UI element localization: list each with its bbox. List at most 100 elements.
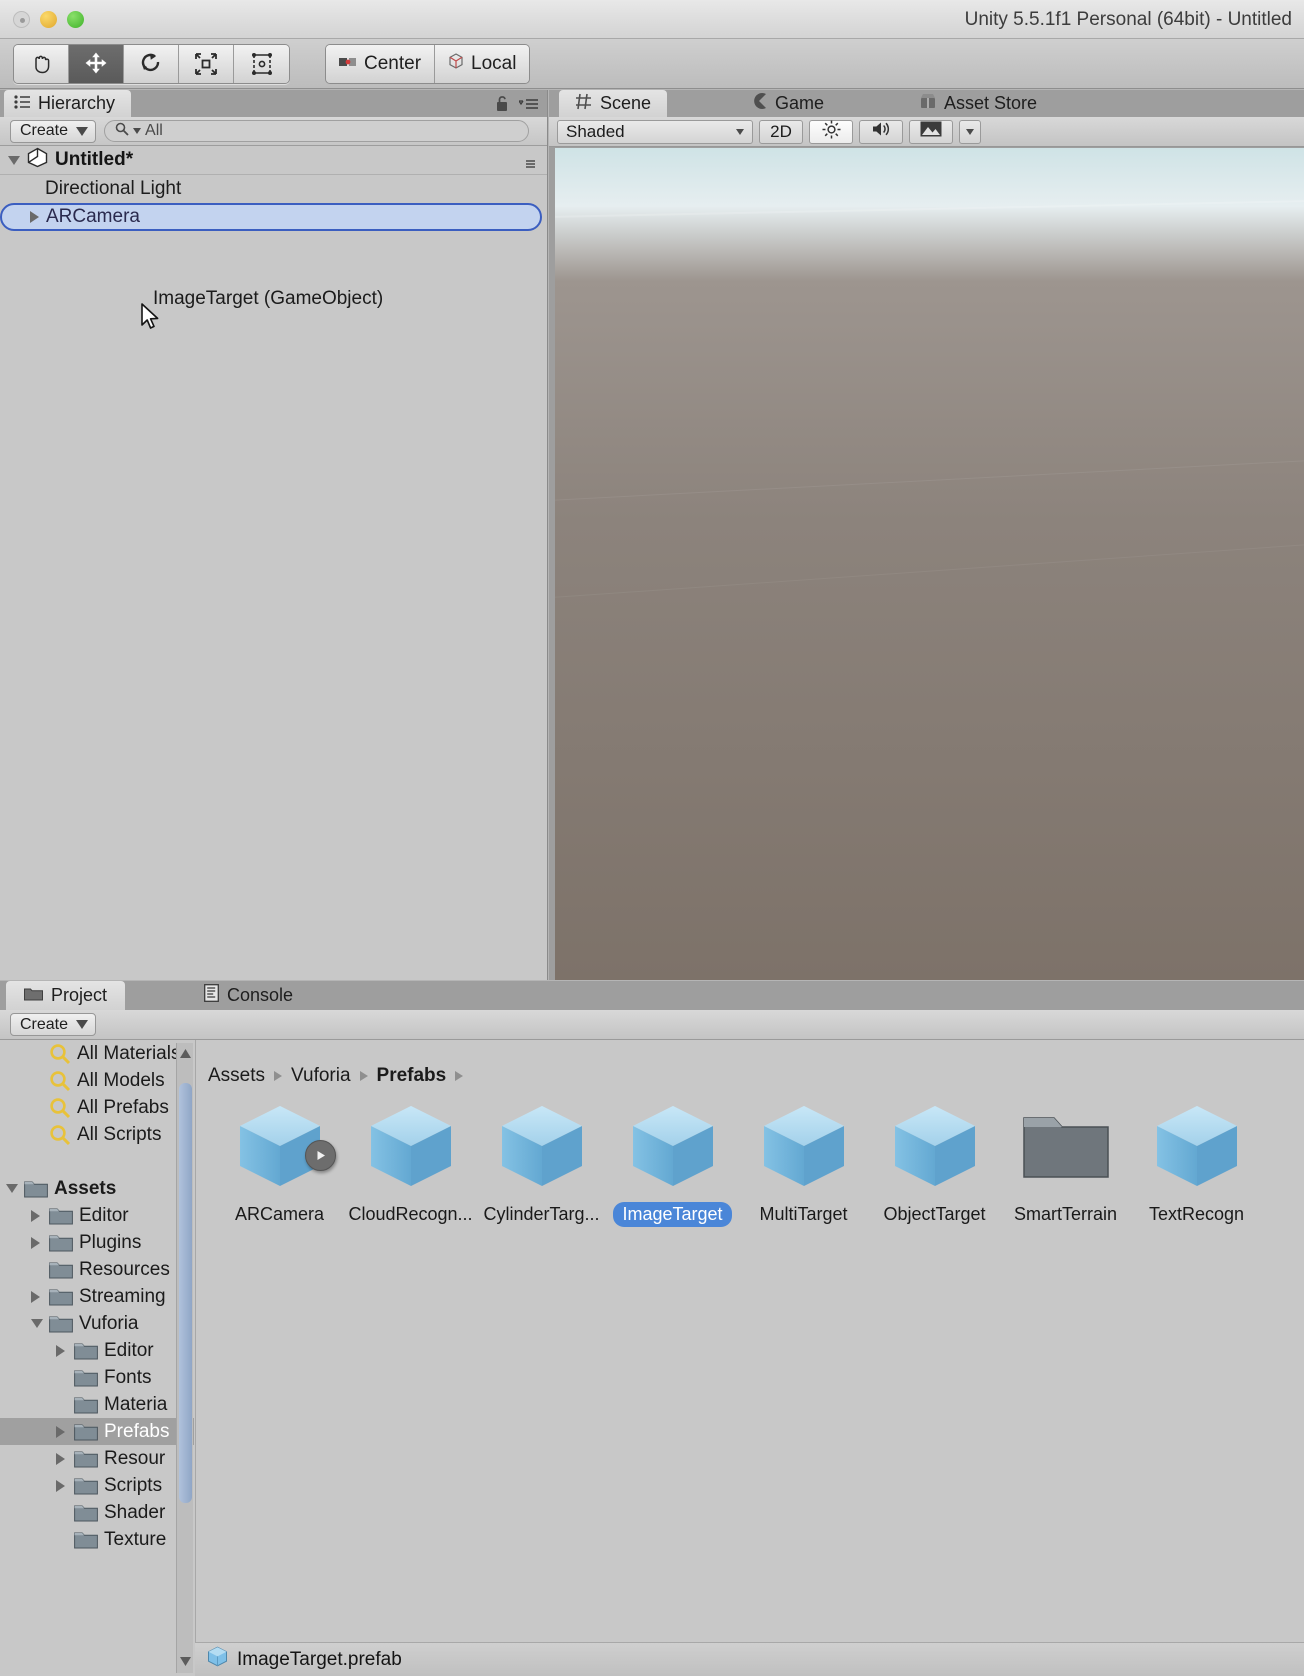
hierarchy-item-directional-light[interactable]: Directional Light	[0, 175, 547, 203]
tree-item-all-models[interactable]: All Models	[0, 1067, 194, 1094]
tab-game[interactable]: Game	[735, 90, 840, 117]
asset-item[interactable]: TextRecogn	[1131, 1098, 1262, 1227]
panel-options-icon[interactable]	[518, 98, 539, 116]
tree-item-editor[interactable]: Editor	[0, 1202, 194, 1229]
hierarchy-create-button[interactable]: Create	[10, 119, 97, 143]
tree-item-shader[interactable]: Shader	[0, 1499, 194, 1526]
effects-dropdown-button[interactable]	[959, 119, 981, 144]
prefab-cube-icon[interactable]	[1149, 1098, 1245, 1194]
shading-mode-dropdown[interactable]: Shaded	[557, 119, 753, 144]
maximize-button[interactable]	[67, 11, 84, 28]
asset-item[interactable]: ObjectTarget	[869, 1098, 1000, 1227]
move-tool-button[interactable]	[69, 45, 124, 83]
prefab-cube-icon[interactable]	[494, 1098, 590, 1194]
scene-viewport[interactable]	[555, 148, 1304, 980]
project-tree-scrollbar[interactable]	[176, 1043, 193, 1673]
expand-chevron-icon[interactable]	[56, 1479, 74, 1492]
expand-chevron-icon[interactable]	[56, 1425, 74, 1438]
hierarchy-scene-row[interactable]: Untitled*	[0, 146, 547, 175]
tree-item-all-materials[interactable]: All Materials	[0, 1040, 194, 1067]
rect-tool-button[interactable]	[234, 45, 289, 83]
prefab-cube-icon[interactable]	[625, 1098, 721, 1194]
folder-large-icon[interactable]	[1018, 1098, 1114, 1194]
tree-item-vuforia[interactable]: Vuforia	[0, 1310, 194, 1337]
tab-hierarchy[interactable]: Hierarchy	[4, 90, 132, 117]
tree-item-editor[interactable]: Editor	[0, 1337, 194, 1364]
tab-console[interactable]: Console	[186, 981, 311, 1010]
scroll-down-arrow-icon[interactable]	[180, 1653, 191, 1671]
tree-item-plugins[interactable]: Plugins	[0, 1229, 194, 1256]
pivot-mode-button[interactable]: Center	[326, 45, 436, 83]
search-filter-chevron-icon[interactable]	[133, 128, 142, 134]
prefab-cube-icon[interactable]	[363, 1098, 459, 1194]
hierarchy-item-label: Directional Light	[45, 178, 182, 199]
tree-item-resources[interactable]: Resources	[0, 1256, 194, 1283]
asset-item-label: ObjectTarget	[883, 1204, 986, 1224]
toggle-effects-button[interactable]	[909, 119, 953, 144]
asset-item[interactable]: CylinderTarg...	[476, 1098, 607, 1227]
expand-chevron-icon[interactable]	[31, 1209, 49, 1222]
collapse-chevron-icon[interactable]	[6, 1184, 24, 1193]
scroll-up-arrow-icon[interactable]	[180, 1045, 191, 1063]
prefab-cube-icon[interactable]	[756, 1098, 852, 1194]
expand-chevron-icon[interactable]	[56, 1452, 74, 1465]
breadcrumb-item-vuforia[interactable]: Vuforia	[291, 1065, 351, 1087]
folder-icon	[49, 1287, 73, 1306]
window-titlebar: Unity 5.5.1f1 Personal (64bit) - Untitle…	[0, 0, 1304, 39]
tree-item-resour[interactable]: Resour	[0, 1445, 194, 1472]
rotate-tool-button[interactable]	[124, 45, 179, 83]
tree-item-all-scripts[interactable]: All Scripts	[0, 1121, 194, 1148]
project-create-button[interactable]: Create	[10, 1013, 97, 1036]
tab-scene[interactable]: Scene	[559, 90, 668, 117]
hand-tool-button[interactable]	[14, 45, 69, 83]
expand-chevron-icon[interactable]	[56, 1344, 74, 1357]
close-button[interactable]	[13, 11, 30, 28]
tree-item-prefabs[interactable]: Prefabs	[0, 1418, 194, 1445]
hierarchy-search-input[interactable]: All	[104, 120, 529, 142]
breadcrumb-item-prefabs[interactable]: Prefabs	[377, 1065, 447, 1087]
scale-tool-button[interactable]	[179, 45, 234, 83]
asset-item[interactable]: ARCamera	[214, 1098, 345, 1227]
toggle-lighting-button[interactable]	[809, 119, 853, 144]
breadcrumb-item-assets[interactable]: Assets	[208, 1065, 265, 1087]
collapse-chevron-icon[interactable]	[31, 1319, 49, 1328]
expand-chevron-icon[interactable]	[31, 1236, 49, 1249]
tree-item-fonts[interactable]: Fonts	[0, 1364, 194, 1391]
hierarchy-item-arcamera[interactable]: ARCamera	[0, 203, 542, 231]
lock-icon[interactable]	[495, 95, 509, 117]
breadcrumb-separator-icon	[359, 1071, 368, 1081]
tree-item-all-prefabs[interactable]: All Prefabs	[0, 1094, 194, 1121]
tab-project[interactable]: Project	[6, 981, 126, 1010]
tree-item-scripts[interactable]: Scripts	[0, 1472, 194, 1499]
asset-item[interactable]: ImageTarget	[607, 1098, 738, 1227]
asset-grid[interactable]: ARCamera CloudRecogn... CylinderTarg... Ima…	[196, 1098, 1304, 1227]
toggle-2d-button[interactable]: 2D	[759, 119, 803, 144]
scene-context-menu-icon[interactable]	[524, 156, 537, 174]
tree-item-assets[interactable]: Assets	[0, 1175, 194, 1202]
tree-item-texture[interactable]: Texture	[0, 1526, 194, 1553]
scrollbar-thumb[interactable]	[179, 1083, 192, 1503]
toggle-audio-button[interactable]	[859, 119, 903, 144]
tree-item-materia[interactable]: Materia	[0, 1391, 194, 1418]
tab-asset-store[interactable]: Asset Store	[904, 90, 1053, 117]
scene-ground-line	[555, 452, 1304, 505]
project-tree[interactable]: All Materials All Models All Prefabs All Sc…	[0, 1040, 194, 1676]
asset-item-label: ImageTarget	[613, 1202, 732, 1227]
breadcrumb[interactable]: Assets Vuforia Prefabs	[196, 1060, 1304, 1092]
space-mode-button[interactable]: Local	[435, 45, 530, 83]
tree-item-streaming[interactable]: Streaming	[0, 1283, 194, 1310]
tree-item-label: Resour	[104, 1447, 166, 1469]
asset-item[interactable]: MultiTarget	[738, 1098, 869, 1227]
tree-item-label: Fonts	[104, 1366, 152, 1388]
prefab-cube-icon[interactable]	[887, 1098, 983, 1194]
hierarchy-search-placeholder: All	[145, 122, 163, 139]
prefab-cube-icon[interactable]	[232, 1098, 336, 1194]
hierarchy-create-label: Create	[20, 122, 69, 139]
minimize-button[interactable]	[40, 11, 57, 28]
asset-item[interactable]: SmartTerrain	[1000, 1098, 1131, 1227]
asset-item[interactable]: CloudRecogn...	[345, 1098, 476, 1227]
expand-chevron-icon[interactable]	[31, 1290, 49, 1303]
expand-chevron-icon[interactable]	[30, 211, 39, 223]
scene-expand-chevron-icon[interactable]	[8, 155, 20, 165]
